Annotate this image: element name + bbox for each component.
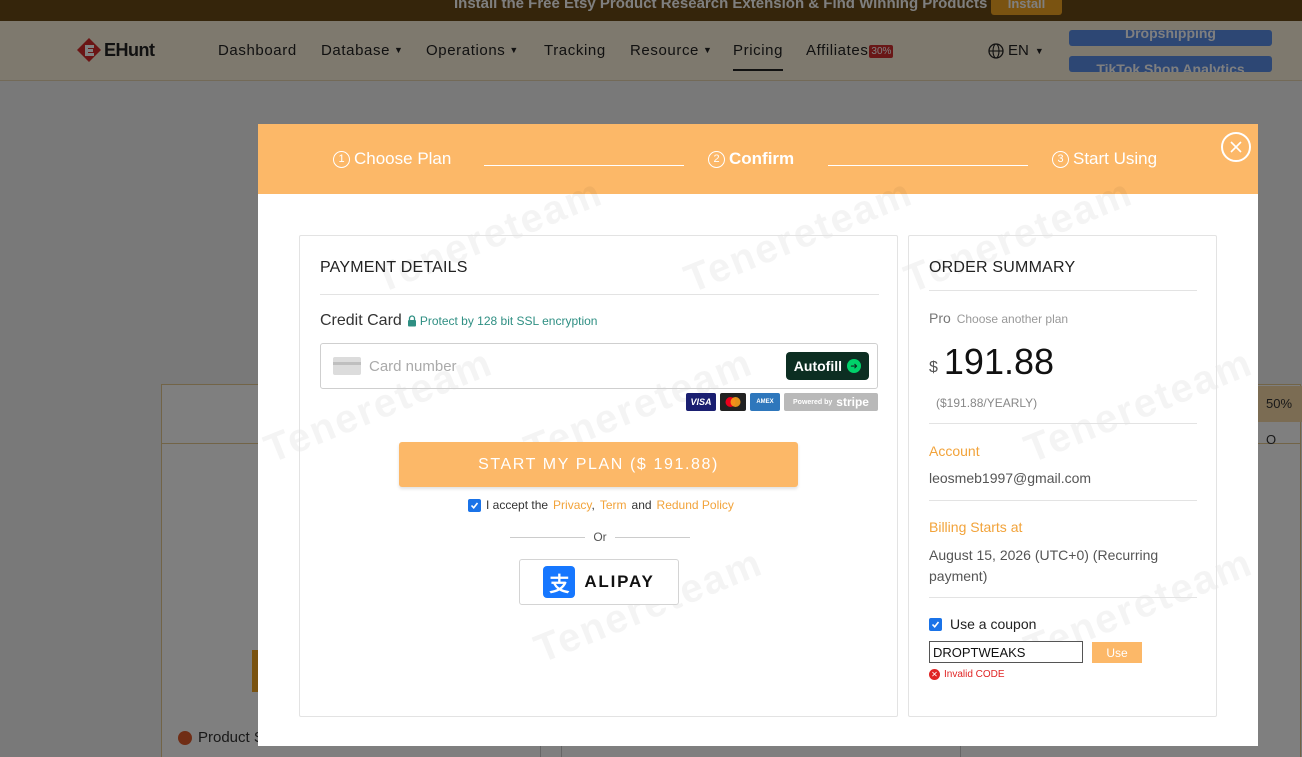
- refund-policy-link[interactable]: Redund Policy: [657, 498, 734, 512]
- divider: [929, 500, 1197, 501]
- amex-icon: AMEX: [750, 393, 780, 411]
- use-coupon-checkbox[interactable]: [929, 617, 942, 631]
- powered-by-text: Powered by: [793, 398, 833, 406]
- step-confirm: 2 Confirm: [708, 149, 794, 169]
- close-icon: [1230, 141, 1242, 153]
- autofill-label: Autofill: [793, 358, 842, 374]
- divider: [929, 597, 1197, 598]
- billing-starts-label: Billing Starts at: [929, 519, 1023, 535]
- credit-card-heading: Credit Card Protect by 128 bit SSL encry…: [320, 312, 597, 330]
- step-start-using: 3 Start Using: [1052, 149, 1157, 169]
- start-my-plan-button[interactable]: START MY PLAN ($ 191.88): [399, 442, 798, 487]
- apply-coupon-button[interactable]: Use: [1092, 642, 1142, 663]
- term-link[interactable]: Term: [600, 498, 627, 512]
- ssl-notice-text: Protect by 128 bit SSL encryption: [419, 314, 598, 328]
- divider: [614, 536, 690, 538]
- step-connector: [484, 165, 684, 166]
- checkout-modal: 1 Choose Plan 2 Confirm 3 Start Using Te…: [258, 124, 1258, 746]
- choose-another-plan-link[interactable]: Choose another plan: [957, 312, 1068, 326]
- account-email: leosmeb1997@gmail.com: [929, 470, 1092, 486]
- coupon-error: ✕ Invalid CODE: [929, 669, 1005, 680]
- plan-name-row: Pro Choose another plan: [929, 310, 1068, 326]
- step-confirm-label: Confirm: [729, 149, 795, 168]
- checkout-steps-header: 1 Choose Plan 2 Confirm 3 Start Using: [258, 124, 1258, 194]
- price-yearly-note: ($191.88/YEARLY): [936, 396, 1038, 410]
- plan-name: Pro: [929, 310, 951, 326]
- powered-by-stripe-badge: Powered by stripe: [784, 393, 878, 411]
- autofill-button[interactable]: Autofill ➜: [785, 352, 869, 380]
- alipay-icon: 支: [543, 566, 576, 598]
- or-text: Or: [593, 530, 607, 544]
- and-text: and: [631, 498, 652, 512]
- lock-icon: [407, 315, 416, 327]
- alipay-label: ALIPAY: [584, 572, 655, 591]
- accept-terms-checkbox[interactable]: [468, 498, 481, 512]
- account-label: Account: [929, 443, 980, 459]
- order-summary-title: ORDER SUMMARY: [929, 259, 1076, 276]
- price-amount: 191.88: [943, 341, 1055, 382]
- arrow-right-icon: ➜: [847, 359, 861, 373]
- card-number-field[interactable]: Autofill ➜: [320, 343, 878, 389]
- payment-details-panel: PAYMENT DETAILS Credit Card Protect by 1…: [299, 235, 898, 717]
- coupon-error-text: Invalid CODE: [944, 669, 1005, 680]
- step-number-icon: 2: [708, 150, 725, 168]
- step-start-using-label: Start Using: [1073, 149, 1158, 168]
- accept-terms-text: I accept the: [486, 498, 549, 512]
- checkmark-icon: [470, 502, 479, 509]
- price-currency: $: [929, 359, 938, 376]
- mastercard-icon: [720, 393, 746, 411]
- step-connector: [828, 165, 1028, 166]
- step-choose-plan-label: Choose Plan: [354, 149, 452, 168]
- privacy-link[interactable]: Privacy: [553, 498, 591, 512]
- divider: [929, 423, 1197, 424]
- divider: [320, 294, 879, 295]
- use-coupon-row: Use a coupon: [929, 616, 1036, 632]
- alipay-button[interactable]: 支 ALIPAY: [519, 559, 679, 605]
- card-brands: VISA AMEX Powered by stripe: [686, 393, 878, 411]
- coupon-code-input[interactable]: [929, 641, 1083, 663]
- divider: [510, 536, 586, 538]
- checkmark-icon: [931, 621, 940, 628]
- step-choose-plan[interactable]: 1 Choose Plan: [333, 149, 451, 169]
- close-button[interactable]: [1221, 132, 1251, 162]
- ssl-notice: Protect by 128 bit SSL encryption: [407, 314, 598, 328]
- use-coupon-label: Use a coupon: [950, 616, 1037, 632]
- accept-terms-row: I accept the Privacy, Term and Redund Po…: [468, 498, 734, 512]
- comma-text: ,: [591, 498, 595, 512]
- step-number-icon: 3: [1052, 150, 1069, 168]
- step-number-icon: 1: [333, 150, 350, 168]
- credit-card-label: Credit Card: [320, 312, 402, 329]
- stripe-logo: stripe: [836, 395, 869, 409]
- divider: [929, 290, 1197, 291]
- error-icon: ✕: [929, 669, 940, 680]
- visa-icon: VISA: [686, 393, 716, 411]
- billing-starts-value: August 15, 2026 (UTC+0) (Recurring payme…: [929, 547, 1159, 584]
- plan-price: $ 191.88: [929, 341, 1054, 383]
- payment-details-title: PAYMENT DETAILS: [320, 259, 468, 276]
- or-divider: Or: [510, 530, 690, 544]
- card-number-input[interactable]: [369, 357, 769, 375]
- order-summary-panel: ORDER SUMMARY Pro Choose another plan $ …: [908, 235, 1217, 717]
- credit-card-icon: [333, 357, 361, 375]
